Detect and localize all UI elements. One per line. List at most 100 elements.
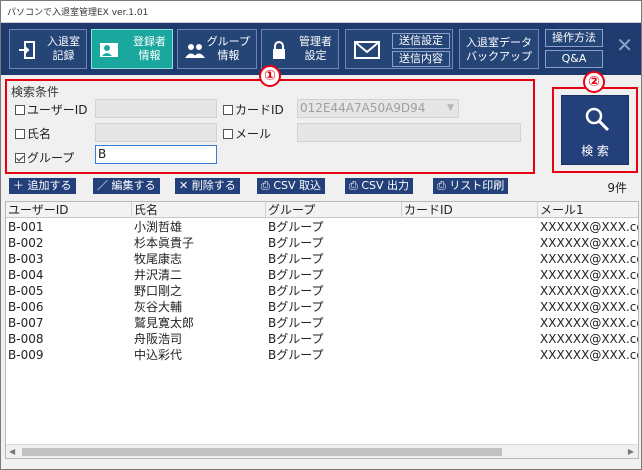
entry-door-icon bbox=[19, 41, 35, 59]
cell-card-id bbox=[402, 331, 538, 347]
close-icon[interactable]: ✕ bbox=[616, 35, 633, 55]
cell-name: 鷲見寛太郎 bbox=[134, 316, 195, 330]
print-list-button[interactable]: ⎙ リスト印刷 bbox=[433, 178, 509, 194]
table-row[interactable]: B-007 鷲見寛太郎 Bグループ XXXXXX@XXX.co bbox=[6, 315, 638, 331]
cell-mail1: XXXXXX@XXX.co bbox=[540, 348, 639, 362]
cell-mail1: XXXXXX@XXX.co bbox=[540, 284, 639, 298]
qa-button[interactable]: Q&A bbox=[545, 50, 603, 68]
csv-export-button[interactable]: ⎙ CSV 出力 bbox=[345, 178, 413, 194]
group-info-label: グループ 情報 bbox=[206, 35, 250, 62]
cell-name: 舟阪浩司 bbox=[134, 332, 183, 346]
cell-group: Bグループ bbox=[268, 348, 324, 362]
scroll-right-icon[interactable]: ▶ bbox=[628, 447, 634, 456]
annotation-badge-1: ① bbox=[259, 65, 281, 87]
table-row[interactable]: B-006 灰谷大輔 Bグループ XXXXXX@XXX.co bbox=[6, 299, 638, 315]
column-header-user-id[interactable]: ユーザーID bbox=[6, 202, 132, 218]
annotation-badge-2: ② bbox=[583, 71, 605, 93]
send-settings-button[interactable]: 送信設定 bbox=[392, 33, 450, 49]
lock-icon bbox=[273, 41, 285, 59]
data-backup-button[interactable]: 入退室データ バックアップ bbox=[459, 29, 539, 69]
cell-mail1: XXXXXX@XXX.co bbox=[540, 220, 639, 234]
table-row[interactable]: B-008 舟阪浩司 Bグループ XXXXXX@XXX.co bbox=[6, 331, 638, 347]
cell-card-id bbox=[402, 315, 538, 331]
entry-record-label: 入退室 記録 bbox=[47, 35, 80, 62]
registrant-info-button[interactable]: 登録者 情報 bbox=[91, 29, 173, 69]
results-table[interactable]: ユーザーID 氏名 グループ カードID メール1 B-001 小渕哲雄 Bグループ… bbox=[5, 201, 639, 459]
column-header-mail1[interactable]: メール1 bbox=[538, 202, 638, 218]
cell-mail1: XXXXXX@XXX.co bbox=[540, 316, 639, 330]
scrollbar-thumb[interactable] bbox=[22, 448, 502, 456]
mail-settings-group: 送信設定 送信内容 bbox=[345, 29, 453, 69]
printer-icon: ⎙ bbox=[437, 179, 446, 192]
export-file-icon: ⎙ bbox=[349, 179, 358, 192]
app-window: パソコンで入退室管理EX ver.1.01 入退室 記録 登録者 情報 グループ… bbox=[0, 0, 642, 470]
cell-group: Bグループ bbox=[268, 252, 324, 266]
cell-card-id bbox=[402, 283, 538, 299]
cell-mail1: XXXXXX@XXX.co bbox=[540, 268, 639, 282]
import-file-icon: ⎙ bbox=[261, 179, 270, 192]
cell-user-id: B-006 bbox=[8, 300, 44, 314]
table-row[interactable]: B-009 中込彩代 Bグループ XXXXXX@XXX.co bbox=[6, 347, 638, 363]
cell-mail1: XXXXXX@XXX.co bbox=[540, 252, 639, 266]
mail-envelope-icon bbox=[354, 41, 380, 59]
edit-button[interactable]: ／ 編集する bbox=[93, 178, 160, 194]
result-count: 9件 bbox=[607, 181, 627, 195]
cell-user-id: B-007 bbox=[8, 316, 44, 330]
cell-user-id: B-008 bbox=[8, 332, 44, 346]
person-card-icon bbox=[100, 43, 118, 57]
column-header-name[interactable]: 氏名 bbox=[132, 202, 266, 218]
cell-user-id: B-001 bbox=[8, 220, 44, 234]
cell-name: 井沢清二 bbox=[134, 268, 183, 282]
cell-name: 野口剛之 bbox=[134, 284, 183, 298]
group-info-button[interactable]: グループ 情報 bbox=[177, 29, 257, 69]
scroll-left-icon[interactable]: ◀ bbox=[9, 447, 15, 456]
cell-group: Bグループ bbox=[268, 332, 324, 346]
search-conditions-highlight bbox=[5, 79, 535, 174]
cell-card-id bbox=[402, 251, 538, 267]
delete-button[interactable]: ✕ 削除する bbox=[175, 178, 240, 194]
table-row[interactable]: B-002 杉本眞貴子 Bグループ XXXXXX@XXX.co bbox=[6, 235, 638, 251]
table-row[interactable]: B-003 牧尾康志 Bグループ XXXXXX@XXX.co bbox=[6, 251, 638, 267]
window-title: パソコンで入退室管理EX ver.1.01 bbox=[7, 8, 149, 18]
cell-card-id bbox=[402, 299, 538, 315]
cell-user-id: B-009 bbox=[8, 348, 44, 362]
send-content-button[interactable]: 送信内容 bbox=[392, 51, 450, 67]
cell-user-id: B-004 bbox=[8, 268, 44, 282]
cell-mail1: XXXXXX@XXX.co bbox=[540, 300, 639, 314]
cross-icon: ✕ bbox=[179, 179, 189, 192]
edit-label: 編集する bbox=[111, 179, 156, 192]
horizontal-scrollbar[interactable]: ◀ ▶ bbox=[6, 444, 638, 458]
csv-import-button[interactable]: ⎙ CSV 取込 bbox=[257, 178, 325, 194]
entry-record-button[interactable]: 入退室 記録 bbox=[9, 29, 87, 69]
add-button[interactable]: ＋ 追加する bbox=[9, 178, 76, 194]
plus-icon: ＋ bbox=[13, 179, 24, 192]
csv-export-label: CSV 出力 bbox=[361, 179, 409, 192]
table-row[interactable]: B-001 小渕哲雄 Bグループ XXXXXX@XXX.co bbox=[6, 219, 638, 235]
table-row[interactable]: B-004 井沢清二 Bグループ XXXXXX@XXX.co bbox=[6, 267, 638, 283]
table-header: ユーザーID 氏名 グループ カードID メール1 bbox=[6, 202, 638, 218]
cell-name: 小渕哲雄 bbox=[134, 220, 183, 234]
table-row[interactable]: B-005 野口剛之 Bグループ XXXXXX@XXX.co bbox=[6, 283, 638, 299]
search-button-highlight bbox=[552, 87, 638, 173]
data-backup-label: 入退室データ バックアップ bbox=[466, 36, 532, 63]
cell-group: Bグループ bbox=[268, 236, 324, 250]
pencil-icon: ／ bbox=[97, 179, 108, 192]
cell-group: Bグループ bbox=[268, 300, 324, 314]
group-people-icon bbox=[185, 44, 205, 58]
cell-mail1: XXXXXX@XXX.co bbox=[540, 332, 639, 346]
title-bar: パソコンで入退室管理EX ver.1.01 bbox=[1, 1, 641, 23]
print-list-label: リスト印刷 bbox=[449, 179, 505, 192]
cell-name: 中込彩代 bbox=[134, 348, 183, 362]
how-to-button[interactable]: 操作方法 bbox=[545, 29, 603, 47]
cell-name: 灰谷大輔 bbox=[134, 300, 183, 314]
cell-mail1: XXXXXX@XXX.co bbox=[540, 236, 639, 250]
cell-user-id: B-002 bbox=[8, 236, 44, 250]
cell-card-id bbox=[402, 267, 538, 283]
cell-group: Bグループ bbox=[268, 316, 324, 330]
admin-settings-button[interactable]: 管理者 設定 bbox=[261, 29, 339, 69]
cell-card-id bbox=[402, 219, 538, 235]
column-header-card-id[interactable]: カードID bbox=[402, 202, 538, 218]
cell-user-id: B-003 bbox=[8, 252, 44, 266]
cell-group: Bグループ bbox=[268, 220, 324, 234]
column-header-group[interactable]: グループ bbox=[266, 202, 402, 218]
